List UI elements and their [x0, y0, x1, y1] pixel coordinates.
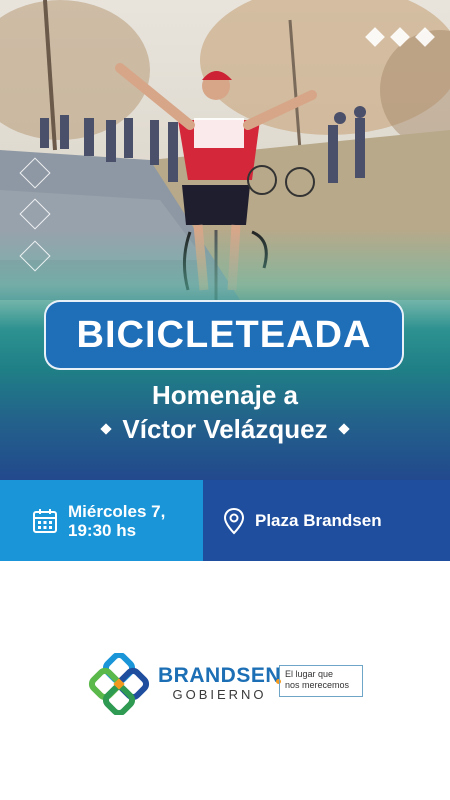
tagline-line1: El lugar que: [285, 669, 334, 679]
tagline-line2: nos merecemos: [285, 680, 350, 690]
hero-section: BICICLETEADA Homenaje a Víctor Velázquez: [0, 0, 450, 480]
event-date-time: Miércoles 7, 19:30 hs: [68, 502, 165, 540]
event-title-badge: BICICLETEADA: [44, 300, 404, 370]
tribute-line: Homenaje a: [152, 380, 298, 410]
brandsen-logo: BRANDSEN GOBIERNO: [88, 653, 281, 715]
brand-subtitle: GOBIERNO: [172, 687, 267, 702]
footer-branding: BRANDSEN GOBIERNO El lugar que nos merec…: [0, 561, 450, 800]
event-poster: BICICLETEADA Homenaje a Víctor Velázquez: [0, 0, 450, 800]
honoree-name: Víctor Velázquez: [122, 414, 328, 444]
event-location: Plaza Brandsen: [255, 511, 382, 530]
event-date: Miércoles 7,: [68, 501, 166, 521]
date-panel: Miércoles 7, 19:30 hs: [0, 480, 203, 561]
brand-wordmark: BRANDSEN GOBIERNO: [158, 665, 281, 703]
calendar-icon: [32, 508, 58, 534]
honoree-line: Víctor Velázquez: [0, 414, 450, 445]
event-info-bar: Miércoles 7, 19:30 hs Plaza Brandsen: [0, 480, 450, 561]
map-pin-icon: [223, 507, 245, 535]
event-title: BICICLETEADA: [76, 313, 372, 356]
brandsen-emblem-icon: [88, 653, 150, 715]
event-time: 19:30 hs: [68, 520, 137, 540]
bullet-diamond-icon: [337, 423, 350, 435]
location-panel: Plaza Brandsen: [203, 480, 450, 561]
tagline-box: El lugar que nos merecemos: [279, 665, 363, 697]
brand-name: BRANDSEN: [158, 664, 282, 687]
bullet-diamond-icon: [100, 423, 113, 435]
